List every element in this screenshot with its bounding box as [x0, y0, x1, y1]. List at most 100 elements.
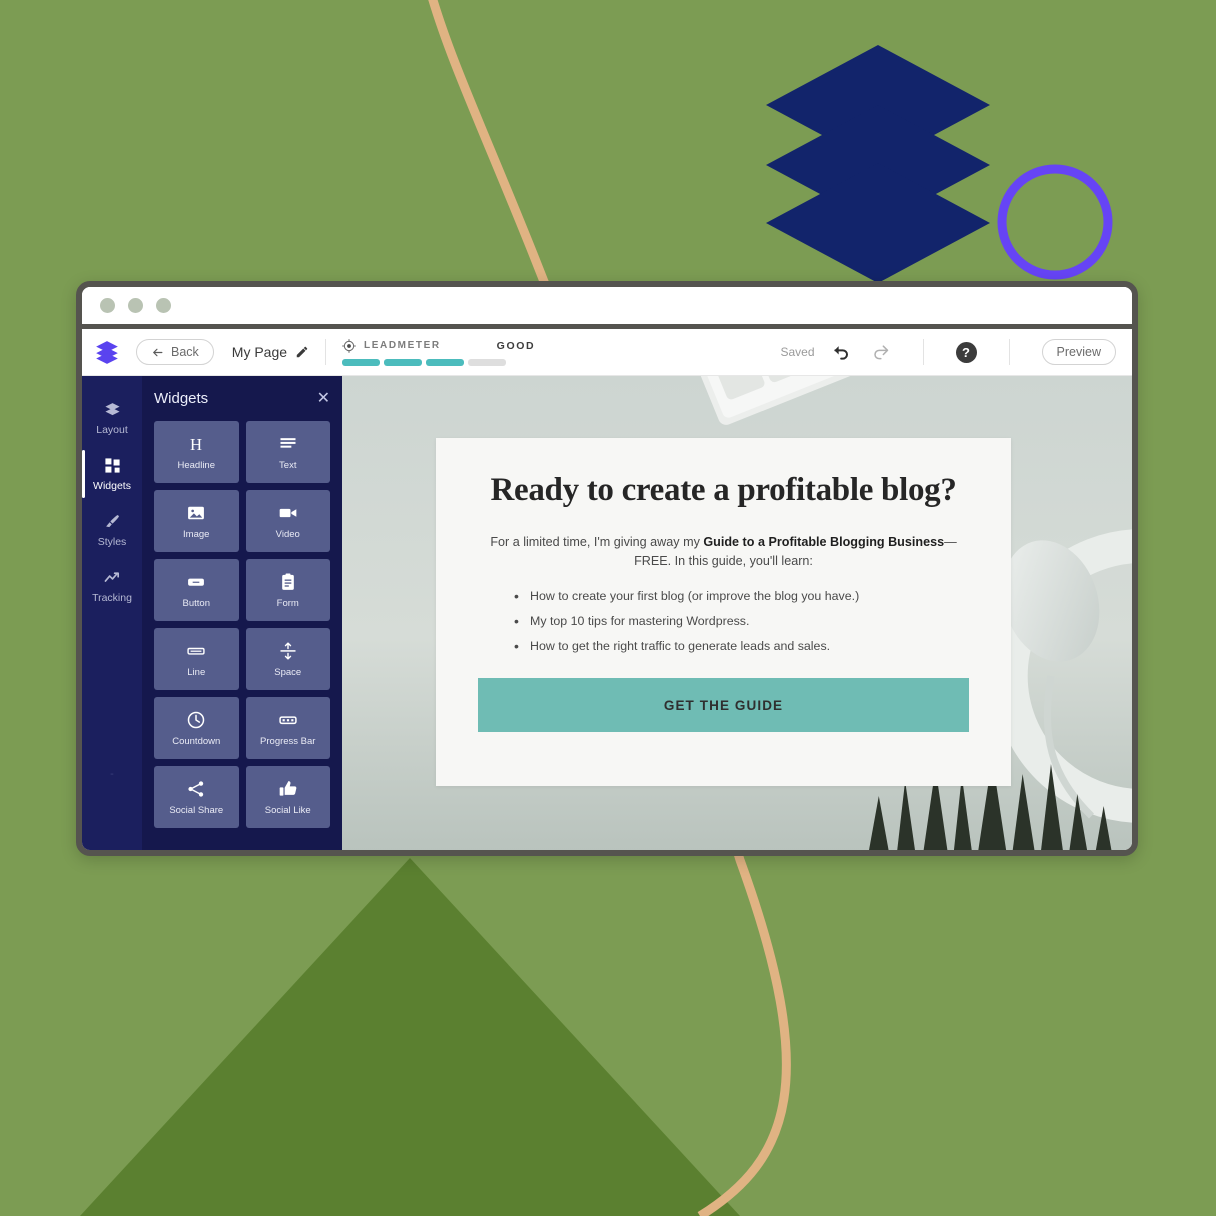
- widget-label: Image: [183, 528, 210, 540]
- redo-arrow-icon[interactable]: [869, 341, 891, 363]
- clock-icon: [188, 711, 205, 728]
- page-canvas[interactable]: Ready to create a profitable blog? For a…: [342, 376, 1132, 850]
- image-icon: [188, 506, 205, 519]
- widget-tile-video[interactable]: Video: [245, 490, 330, 552]
- widget-label: Progress Bar: [260, 735, 316, 747]
- widget-label: Text: [279, 459, 297, 471]
- horizontal-line-icon: [187, 647, 205, 655]
- widget-label: Social Like: [264, 804, 311, 816]
- widget-tile-headline[interactable]: H Headline: [154, 421, 239, 483]
- text-lines-icon: [280, 437, 296, 448]
- browser-window: Back My Page LEADMETER GOOD Saved ? Prev…: [76, 281, 1138, 856]
- leadmeter-segment-4: [468, 358, 507, 366]
- widget-label: Button: [182, 597, 210, 609]
- video-camera-icon: [279, 508, 297, 517]
- progress-bar-icon: [279, 715, 297, 724]
- leadmeter-label: LEADMETER: [364, 340, 441, 351]
- widget-tile-social-share[interactable]: Social Share: [154, 766, 239, 828]
- widget-tile-line[interactable]: Line: [154, 628, 239, 690]
- widget-label: Headline: [177, 459, 216, 471]
- widget-tile-social-like[interactable]: Social Like: [245, 766, 330, 828]
- page-headline[interactable]: Ready to create a profitable blog?: [478, 472, 969, 509]
- layers-icon: [104, 402, 120, 415]
- sidebar-item-layout[interactable]: Layout: [82, 390, 142, 446]
- sidebar-item-tracking[interactable]: Tracking: [82, 558, 142, 614]
- leadmeter-bars: [342, 358, 535, 366]
- widget-label: Countdown: [172, 735, 221, 747]
- clipboard-form-icon: [281, 573, 294, 590]
- editor-area: Layout Widgets Styles Tracking - Widgets…: [82, 376, 1132, 850]
- leadmeter-grade: GOOD: [496, 339, 536, 352]
- back-button[interactable]: Back: [136, 339, 214, 365]
- leadmeter-header: LEADMETER GOOD: [342, 338, 536, 353]
- subhead-pre: For a limited time, I'm giving away my: [490, 535, 704, 549]
- widget-tile-button[interactable]: Button: [154, 559, 239, 621]
- thumbs-up-icon: [279, 780, 297, 796]
- share-icon: [188, 780, 204, 797]
- paintbrush-icon: [105, 514, 119, 527]
- widget-label: Form: [276, 597, 299, 609]
- saved-status: Saved: [780, 345, 815, 359]
- svg-text:H: H: [190, 434, 202, 453]
- trend-line-icon: [104, 571, 119, 582]
- sidebar-item-widgets-label: Widgets: [93, 479, 131, 492]
- undo-arrow-icon[interactable]: [831, 341, 853, 363]
- sidebar-item-styles-label: Styles: [97, 535, 127, 548]
- toolbar-right-group: Saved ? Preview: [780, 339, 1116, 365]
- widget-grid: H Headline Text Image Video Button Form …: [154, 421, 330, 828]
- window-dot-close[interactable]: [100, 298, 115, 313]
- toolbar-divider-3: [1008, 339, 1010, 365]
- leadmeter-segment-1: [342, 358, 381, 366]
- preview-button[interactable]: Preview: [1041, 339, 1116, 365]
- window-dot-maximize[interactable]: [156, 298, 171, 313]
- help-button[interactable]: ?: [955, 341, 977, 363]
- grid-blocks-icon: [104, 457, 120, 473]
- page-subheadline[interactable]: For a limited time, I'm giving away my G…: [478, 533, 969, 571]
- vertical-spacer-icon: [280, 641, 296, 660]
- subhead-bold: Guide to a Profitable Blogging Business: [703, 535, 945, 549]
- browser-chrome-bar: [82, 287, 1132, 329]
- widget-tile-countdown[interactable]: Countdown: [154, 697, 239, 759]
- layers-logo-icon[interactable]: [94, 339, 120, 365]
- widget-tile-form[interactable]: Form: [245, 559, 330, 621]
- widget-tile-text[interactable]: Text: [245, 421, 330, 483]
- back-button-label: Back: [171, 345, 199, 359]
- sidebar-item-tracking-label: Tracking: [92, 591, 132, 604]
- sidebar-footer-mark: -: [110, 768, 114, 780]
- page-name-label: My Page: [231, 344, 288, 360]
- window-dot-minimize[interactable]: [128, 298, 143, 313]
- app-toolbar: Back My Page LEADMETER GOOD Saved ? Prev…: [82, 329, 1132, 376]
- get-the-guide-button[interactable]: GET THE GUIDE: [478, 678, 969, 733]
- list-item: How to get the right traffic to generate…: [514, 636, 969, 658]
- list-item: How to create your first blog (or improv…: [514, 586, 969, 608]
- leadmeter: LEADMETER GOOD: [342, 338, 536, 366]
- leadmeter-segment-3: [426, 358, 465, 366]
- toolbar-divider-2: [922, 339, 924, 365]
- widget-tile-progress-bar[interactable]: Progress Bar: [245, 697, 330, 759]
- button-icon: [188, 578, 205, 586]
- page-benefit-list[interactable]: How to create your first blog (or improv…: [514, 586, 969, 658]
- widgets-panel-title: Widgets: [154, 390, 209, 407]
- widget-label: Line: [187, 666, 206, 678]
- widget-tile-space[interactable]: Space: [245, 628, 330, 690]
- pencil-icon[interactable]: [295, 345, 309, 359]
- landing-page-card[interactable]: Ready to create a profitable blog? For a…: [436, 438, 1011, 786]
- heading-h-icon: H: [190, 434, 202, 453]
- sidebar-item-styles[interactable]: Styles: [82, 502, 142, 558]
- page-name-group[interactable]: My Page: [232, 344, 309, 360]
- list-item: My top 10 tips for mastering Wordpress.: [514, 611, 969, 633]
- sidebar-item-layout-label: Layout: [96, 423, 128, 436]
- target-icon: [342, 338, 356, 353]
- leadmeter-segment-2: [384, 358, 423, 366]
- widget-label: Social Share: [169, 804, 224, 816]
- widget-label: Space: [274, 666, 302, 678]
- arrow-left-icon: [153, 348, 163, 356]
- sidebar-rail: Layout Widgets Styles Tracking -: [82, 376, 142, 850]
- widget-label: Video: [275, 528, 300, 540]
- widgets-panel: Widgets ✕ H Headline Text Image Video Bu…: [142, 376, 342, 850]
- close-icon[interactable]: ✕: [317, 390, 330, 407]
- widget-tile-image[interactable]: Image: [154, 490, 239, 552]
- sidebar-item-widgets[interactable]: Widgets: [82, 446, 142, 502]
- toolbar-divider-1: [325, 339, 327, 365]
- widgets-panel-header: Widgets ✕: [154, 390, 330, 407]
